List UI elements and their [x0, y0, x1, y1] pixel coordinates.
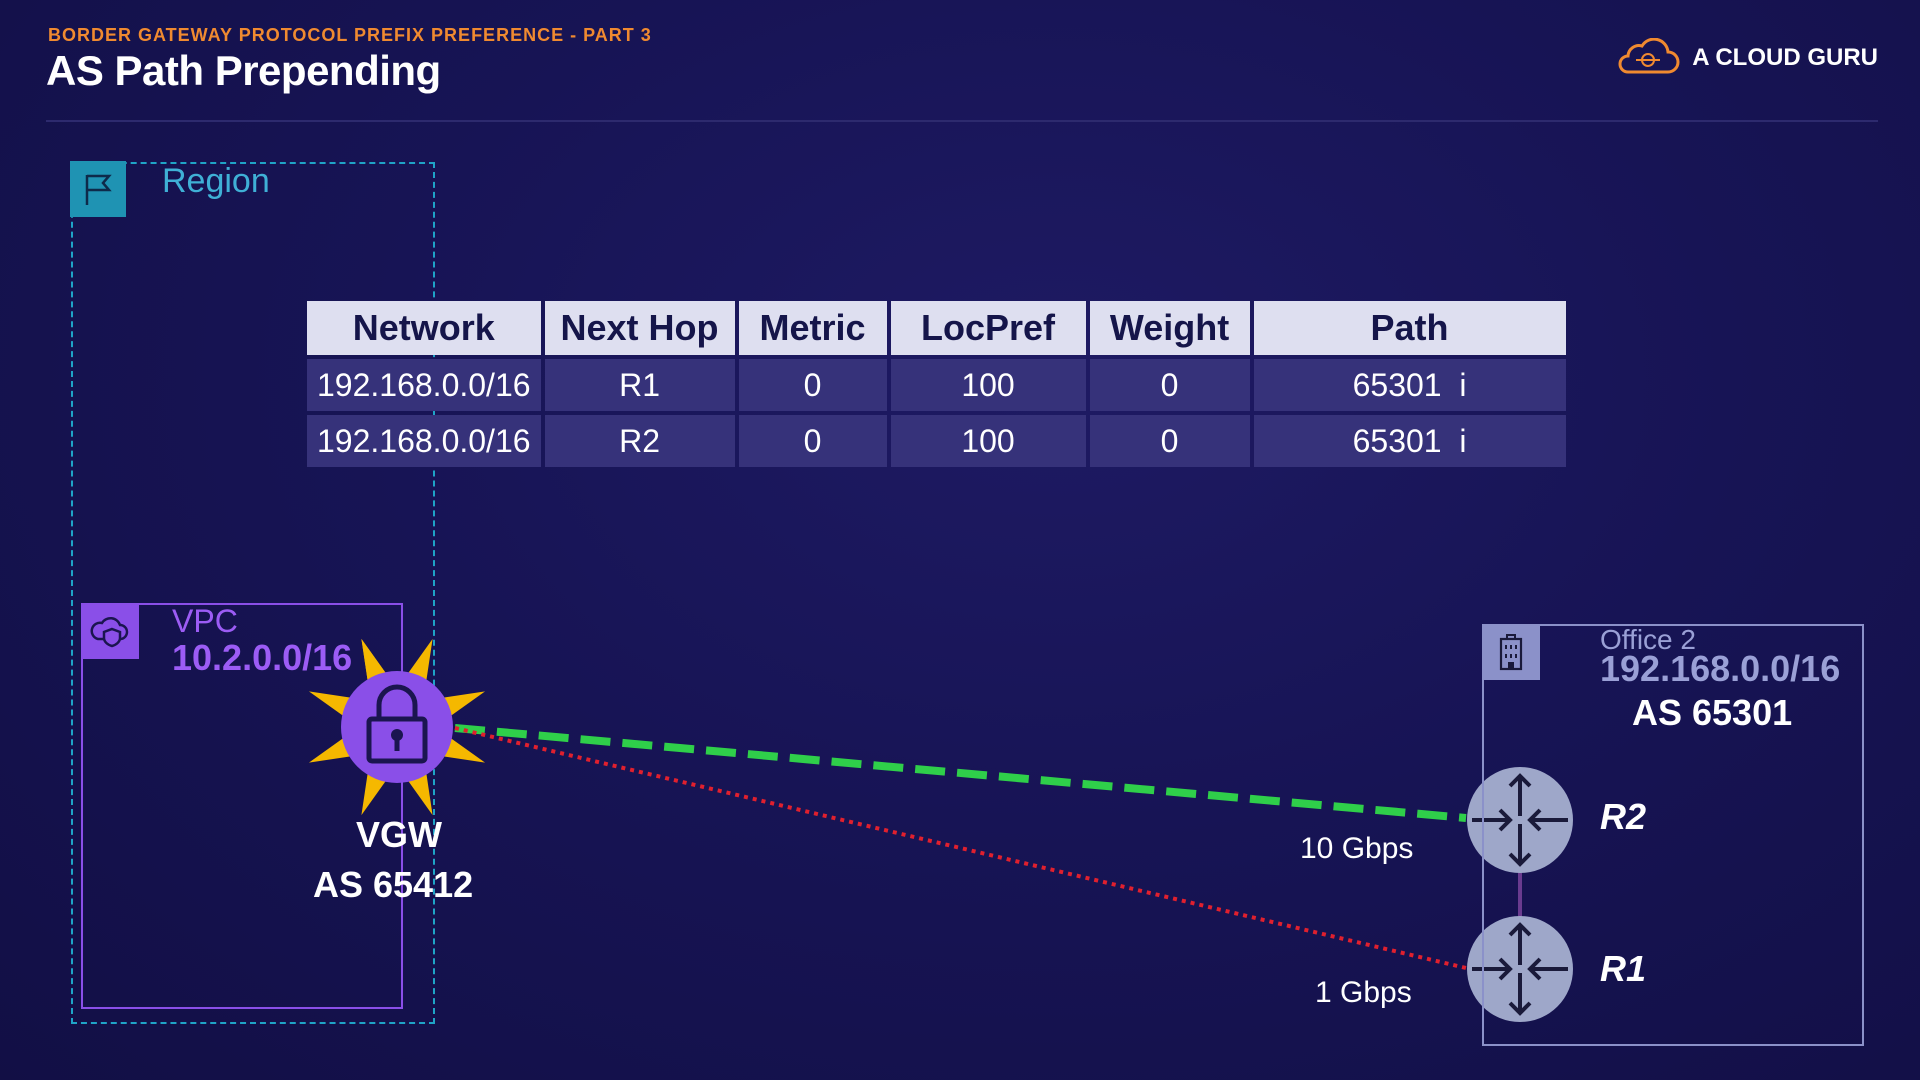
brand-logo: A CLOUD GURU	[1616, 38, 1878, 78]
table-cell: 192.168.0.0/16	[307, 359, 541, 411]
slide-title: AS Path Prepending	[46, 47, 441, 94]
table-cell: 65301 i	[1253, 359, 1566, 411]
table-cell: R1	[544, 359, 735, 411]
header-divider	[46, 120, 1878, 122]
column-header: Weight	[1089, 301, 1250, 355]
flag-icon	[70, 161, 126, 217]
vpc-label: VPC	[172, 603, 238, 639]
router-r2-label: R2	[1600, 796, 1647, 837]
table-cell: 0	[738, 359, 887, 411]
column-header: Network	[307, 301, 541, 355]
table-cell: 0	[738, 415, 887, 467]
link-r2-speed: 10 Gbps	[1300, 832, 1414, 865]
cloud-shield-icon	[81, 603, 139, 659]
vgw-as-number: AS 65412	[313, 864, 474, 905]
office-cidr: 192.168.0.0/16	[1600, 648, 1841, 689]
column-header: Next Hop	[544, 301, 735, 355]
cloud-logo-icon	[1618, 38, 1680, 74]
table-row: 192.168.0.0/16 R1 0 100 0 65301 i	[307, 359, 1566, 411]
building-icon	[1482, 624, 1540, 680]
router-r1-label: R1	[1600, 948, 1647, 989]
column-header: LocPref	[890, 301, 1086, 355]
brand-name: A CLOUD GURU	[1692, 44, 1878, 71]
table-cell: R2	[544, 415, 735, 467]
column-header: Metric	[738, 301, 887, 355]
column-header: Path	[1253, 301, 1566, 355]
link-r1-speed: 1 Gbps	[1315, 976, 1412, 1009]
table-cell: 65301 i	[1253, 415, 1566, 467]
table-row: 192.168.0.0/16 R2 0 100 0 65301 i	[307, 415, 1566, 467]
bgp-routing-table: Network Next Hop Metric LocPref Weight P…	[303, 297, 1570, 471]
table-cell: 192.168.0.0/16	[307, 415, 541, 467]
vgw-label: VGW	[356, 814, 442, 855]
table-cell: 100	[890, 415, 1086, 467]
slide-subtitle: BORDER GATEWAY PROTOCOL PREFIX PREFERENC…	[48, 25, 652, 45]
link-r2-preferred	[454, 724, 1467, 822]
vpc-cidr: 10.2.0.0/16	[172, 637, 353, 678]
table-cell: 0	[1089, 415, 1250, 467]
office-as-number: AS 65301	[1632, 692, 1793, 733]
table-cell: 0	[1089, 359, 1250, 411]
table-header-row: Network Next Hop Metric LocPref Weight P…	[307, 301, 1566, 355]
table-cell: 100	[890, 359, 1086, 411]
region-label: Region	[162, 162, 270, 200]
